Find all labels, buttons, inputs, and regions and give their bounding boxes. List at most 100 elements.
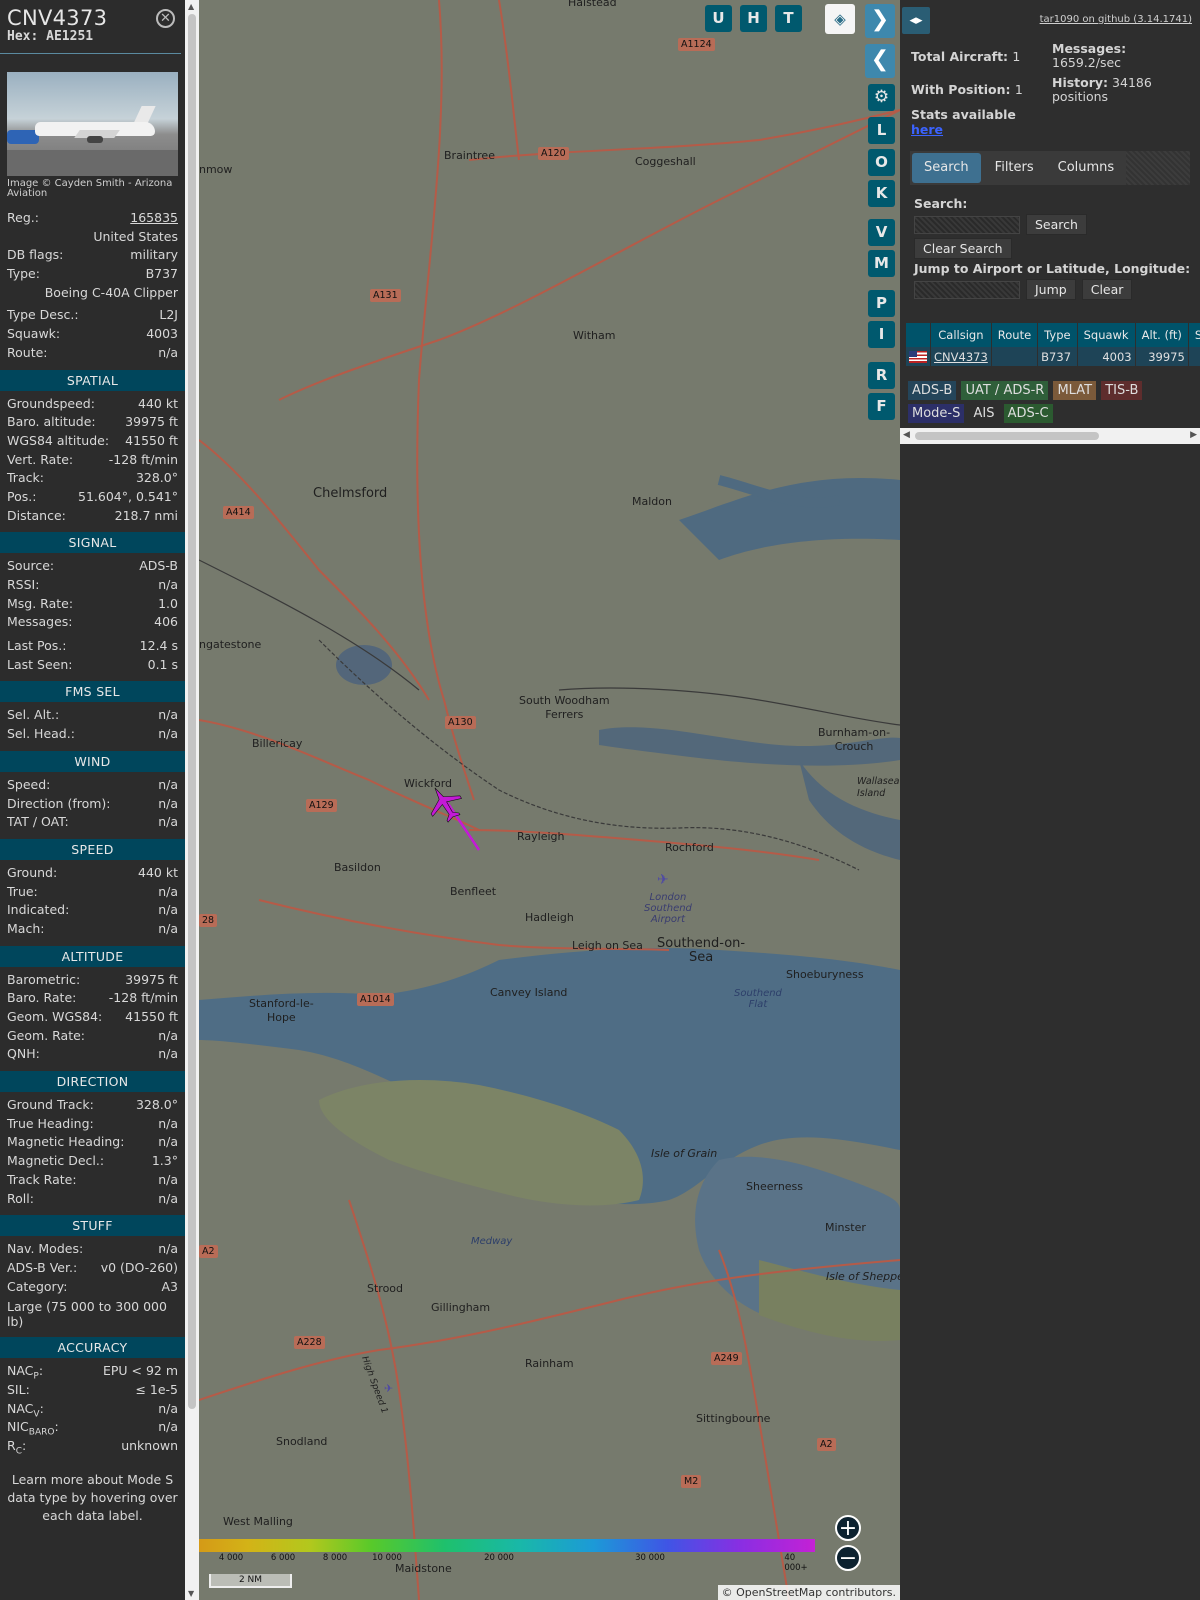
aircraft-photo[interactable] xyxy=(7,72,178,176)
row-value: 328.0° xyxy=(135,470,178,486)
row-label[interactable]: Magnetic Decl.: xyxy=(7,1153,104,1168)
row-label[interactable]: Nav. Modes: xyxy=(7,1241,83,1256)
row-value: n/a xyxy=(158,726,178,742)
toggle-h-button[interactable]: H xyxy=(740,5,767,32)
row-label[interactable]: True: xyxy=(7,884,38,899)
registration-link[interactable]: 165835 xyxy=(130,210,178,225)
row-label[interactable]: Track Rate: xyxy=(7,1172,77,1187)
toggle-u-button[interactable]: U xyxy=(705,5,732,32)
column-header-squawk[interactable]: Squawk xyxy=(1077,323,1136,347)
row-label[interactable]: RC: xyxy=(7,1438,26,1457)
row-label[interactable]: Ground Track: xyxy=(7,1097,94,1112)
expand-sidebar-icon[interactable]: ◂▸ xyxy=(902,7,930,34)
row-label[interactable]: Baro. altitude: xyxy=(7,414,96,429)
jump-input[interactable] xyxy=(914,280,1020,299)
row-label[interactable]: Track: xyxy=(7,470,44,485)
row-callsign[interactable]: CNV4373 xyxy=(930,347,992,366)
forward-arrow-icon[interactable]: ❯ xyxy=(865,4,895,38)
scroll-right-icon[interactable]: ▶ xyxy=(1190,430,1197,440)
row-label[interactable]: Category: xyxy=(7,1279,67,1294)
search-input[interactable] xyxy=(914,215,1020,234)
row-label[interactable]: Indicated: xyxy=(7,902,69,917)
tab-columns[interactable]: Columns xyxy=(1046,151,1127,185)
toggle-t-button[interactable]: T xyxy=(775,5,802,32)
row-label[interactable]: Baro. Rate: xyxy=(7,990,76,1005)
table-horizontal-scrollbar[interactable]: ◀ ▶ xyxy=(900,428,1200,444)
place-label: Isle of Grain xyxy=(651,1147,718,1160)
row-label[interactable]: Pos.: xyxy=(7,489,36,504)
row-label[interactable]: Geom. WGS84: xyxy=(7,1009,102,1024)
row-label[interactable]: Messages: xyxy=(7,614,73,629)
row-label[interactable]: Magnetic Heading: xyxy=(7,1134,124,1149)
search-button[interactable]: Search xyxy=(1026,214,1087,235)
toggle-m-button[interactable]: M xyxy=(868,250,895,277)
row-label[interactable]: Source: xyxy=(7,558,54,573)
clear-jump-button[interactable]: Clear xyxy=(1081,279,1133,300)
row-label[interactable]: Vert. Rate: xyxy=(7,452,73,467)
row-label[interactable]: Geom. Rate: xyxy=(7,1028,85,1043)
row-label[interactable]: Msg. Rate: xyxy=(7,596,73,611)
scroll-left-icon[interactable]: ◀ xyxy=(903,430,910,440)
row-label[interactable]: Roll: xyxy=(7,1191,34,1206)
row-label[interactable]: Mach: xyxy=(7,921,44,936)
clear-search-button[interactable]: Clear Search xyxy=(914,238,1012,259)
column-header-route[interactable]: Route xyxy=(991,323,1039,347)
back-arrow-icon[interactable]: ❮ xyxy=(865,44,895,78)
jump-button[interactable]: Jump xyxy=(1026,279,1076,300)
row-label[interactable]: Groundspeed: xyxy=(7,396,95,411)
row-label[interactable]: NACV: xyxy=(7,1401,44,1420)
map-canvas[interactable]: Halstead Braintree Coggeshall Witham Che… xyxy=(199,0,900,1600)
row-label[interactable]: Speed: xyxy=(7,777,50,792)
info-panel-scrollbar[interactable]: ▲ ▼ xyxy=(185,0,199,1600)
column-header-callsign[interactable]: Callsign xyxy=(930,323,992,347)
tab-search[interactable]: Search xyxy=(912,153,981,183)
toggle-l-button[interactable]: L xyxy=(868,117,895,144)
row-label[interactable]: Sel. Head.: xyxy=(7,726,75,741)
toggle-f-button[interactable]: F xyxy=(868,393,895,420)
row-label[interactable]: Direction (from): xyxy=(7,796,111,811)
row-label[interactable]: WGS84 altitude: xyxy=(7,433,109,448)
column-header-type[interactable]: Type xyxy=(1037,323,1078,347)
scrollbar-thumb[interactable] xyxy=(915,432,1099,440)
close-icon[interactable]: ✕ xyxy=(156,9,175,28)
scroll-up-icon[interactable]: ▲ xyxy=(188,2,194,11)
column-header-altitude[interactable]: Alt. (ft) xyxy=(1135,323,1189,347)
row-label[interactable]: ADS-B Ver.: xyxy=(7,1260,77,1275)
row-label[interactable]: Last Pos.: xyxy=(7,638,66,653)
table-row[interactable]: CNV4373 B737 4003 39975 xyxy=(906,347,1200,366)
row-label[interactable]: Distance: xyxy=(7,508,66,523)
gear-icon[interactable]: ⚙ xyxy=(868,84,895,111)
toggle-i-button[interactable]: I xyxy=(868,321,895,348)
toggle-k-button[interactable]: K xyxy=(868,180,895,207)
toggle-o-button[interactable]: O xyxy=(868,149,895,176)
layers-icon[interactable]: ◈ xyxy=(825,4,855,34)
table-header-row: Callsign Route Type Squawk Alt. (ft) Spe xyxy=(906,323,1200,347)
aircraft-icon[interactable] xyxy=(424,783,466,825)
toggle-p-button[interactable]: P xyxy=(868,290,895,317)
scrollbar-thumb[interactable] xyxy=(188,14,196,1409)
toggle-v-button[interactable]: V xyxy=(868,219,895,246)
scroll-down-icon[interactable]: ▼ xyxy=(188,1589,194,1598)
row-label[interactable]: True Heading: xyxy=(7,1116,94,1131)
row-label[interactable]: NICBARO: xyxy=(7,1419,59,1438)
row-label[interactable]: Barometric: xyxy=(7,972,80,987)
row-label[interactable]: TAT / OAT: xyxy=(7,814,69,829)
info-row: Geom. WGS84: 41550 ft xyxy=(7,1009,178,1028)
stats-here-link[interactable]: here xyxy=(911,122,1051,137)
github-link[interactable]: tar1090 on github (3.14.1741) xyxy=(1040,14,1192,25)
row-label[interactable]: SIL: xyxy=(7,1382,30,1397)
column-header-flag[interactable] xyxy=(906,323,931,347)
row-label[interactable]: Ground: xyxy=(7,865,57,880)
zoom-in-button[interactable]: + xyxy=(835,1515,861,1541)
map-attribution[interactable]: © OpenStreetMap contributors. xyxy=(717,1585,900,1600)
row-label[interactable]: Sel. Alt.: xyxy=(7,707,59,722)
row-label[interactable]: RSSI: xyxy=(7,577,39,592)
row-label[interactable]: NACP: xyxy=(7,1363,43,1382)
row-value: 440 kt xyxy=(138,864,178,880)
row-label[interactable]: QNH: xyxy=(7,1046,40,1061)
row-label[interactable]: Last Seen: xyxy=(7,657,72,672)
tab-filters[interactable]: Filters xyxy=(983,151,1046,185)
column-header-speed[interactable]: Spe xyxy=(1188,323,1200,347)
toggle-r-button[interactable]: R xyxy=(868,362,895,389)
zoom-out-button[interactable]: − xyxy=(835,1545,861,1571)
